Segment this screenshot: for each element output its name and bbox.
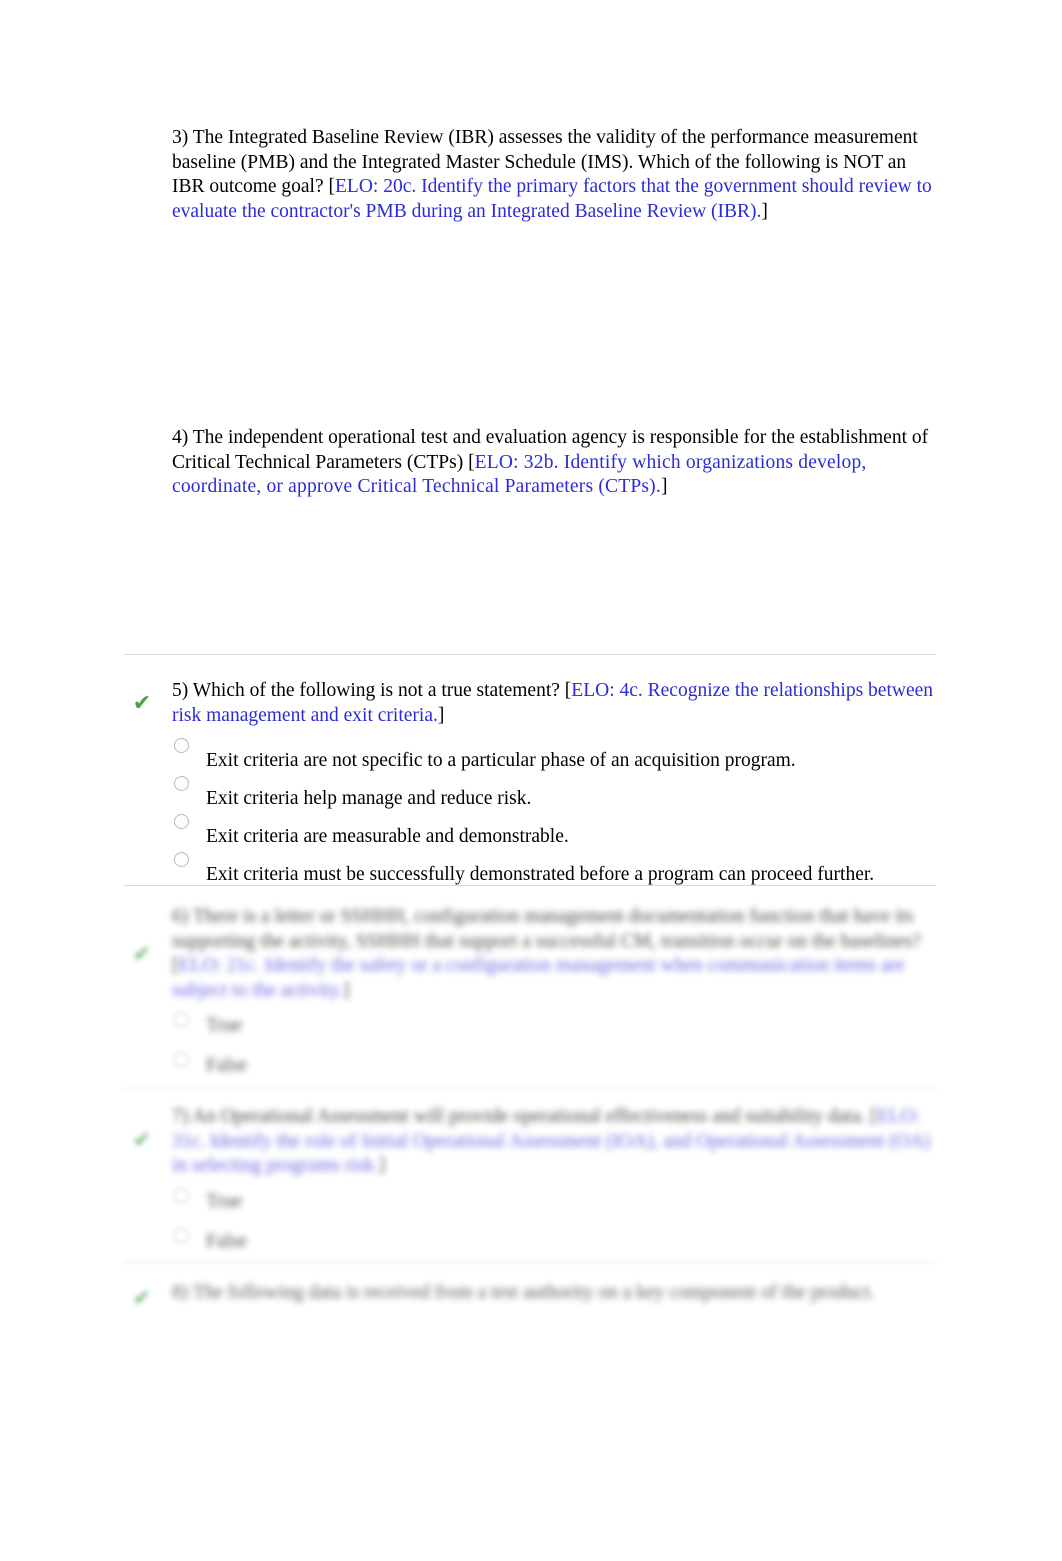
question-3-text: 3) The Integrated Baseline Review (IBR) … (172, 126, 934, 224)
radio-q7-option-2[interactable] (174, 1228, 189, 1243)
question-5-answers: Exit criteria are not specific to a part… (206, 742, 946, 894)
answer-option[interactable]: Exit criteria help manage and reduce ris… (206, 780, 946, 818)
question-7-bracket: ] (378, 1155, 386, 1176)
correct-answer-icon-q8: ✔ (132, 1285, 152, 1310)
radio-q5-option-1[interactable] (174, 738, 189, 753)
question-4: 4) The independent operational test and … (172, 426, 934, 500)
divider-q7-top (124, 1088, 936, 1089)
question-6: 6) There is a letter or SSHHH, configura… (172, 905, 934, 1003)
radio-q6-option-2[interactable] (174, 1052, 189, 1067)
document-page: 3) The Integrated Baseline Review (IBR) … (0, 0, 1062, 1561)
question-6-bracket: ] (342, 979, 350, 1001)
radio-q6-option-1[interactable] (174, 1012, 189, 1027)
answer-option[interactable]: True (206, 1182, 247, 1222)
answer-option[interactable]: True (206, 1006, 247, 1046)
question-5: 5) Which of the following is not a true … (172, 679, 934, 728)
answer-option[interactable]: False (206, 1046, 247, 1086)
question-5-stem: 5) Which of the following is not a true … (172, 680, 572, 701)
correct-answer-icon-q7: ✔ (132, 1127, 152, 1152)
question-4-bracket: ] (660, 476, 668, 497)
question-7-answers: True False (206, 1182, 247, 1262)
question-5-bracket: ] (437, 704, 445, 726)
radio-q5-option-2[interactable] (174, 776, 189, 791)
question-5-text: 5) Which of the following is not a true … (172, 679, 934, 728)
radio-q5-option-4[interactable] (174, 852, 189, 867)
page-artifact (200, 636, 320, 652)
correct-answer-icon-q6: ✔ (132, 941, 152, 966)
question-7: 7) An Operational Assessment will provid… (172, 1105, 934, 1179)
question-3: 3) The Integrated Baseline Review (IBR) … (172, 126, 934, 224)
question-3-bracket: ] (761, 200, 768, 222)
answer-option[interactable]: Exit criteria are not specific to a part… (206, 742, 946, 780)
answer-option[interactable]: False (206, 1222, 247, 1262)
question-8: 8) The following data is received from a… (172, 1281, 934, 1306)
answer-option[interactable]: Exit criteria must be successfully demon… (206, 856, 946, 894)
radio-q7-option-1[interactable] (174, 1188, 189, 1203)
question-7-stem: 7) An Operational Assessment will provid… (172, 1106, 877, 1127)
divider-q5-top (124, 654, 936, 655)
answer-option[interactable]: Exit criteria are measurable and demonst… (206, 818, 946, 856)
divider-q8-top (124, 1262, 936, 1263)
radio-q5-option-3[interactable] (174, 814, 189, 829)
correct-answer-icon-q5: ✔ (132, 690, 152, 715)
question-6-elo: ELO: 21c. Identify the safety or a confi… (172, 955, 905, 1001)
question-4-text: 4) The independent operational test and … (172, 426, 934, 500)
divider-q6-top (124, 885, 936, 886)
question-6-answers: True False (206, 1006, 247, 1086)
question-8-stem: 8) The following data is received from a… (172, 1282, 876, 1303)
